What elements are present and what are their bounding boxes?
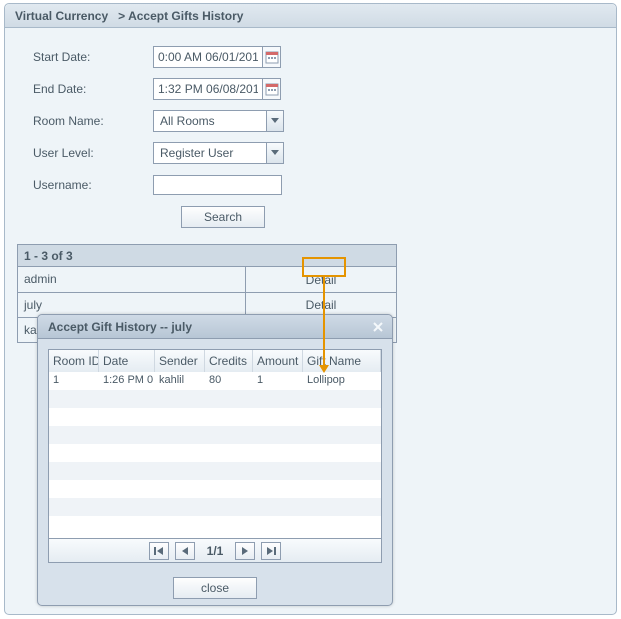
start-date-label: Start Date: — [33, 50, 153, 64]
results-counter: 1 - 3 of 3 — [18, 245, 396, 267]
start-date-field[interactable] — [153, 46, 281, 68]
dialog-header: Accept Gift History -- july — [38, 315, 392, 339]
grid-row — [49, 462, 381, 480]
close-button[interactable]: close — [173, 577, 257, 599]
arrow-head-icon — [319, 365, 329, 373]
grid-row — [49, 498, 381, 516]
user-level-select[interactable]: Register User — [153, 142, 284, 164]
grid-header: Room ID Date Sender Credits Amount Gift … — [49, 350, 381, 372]
grid-row — [49, 408, 381, 426]
cell-date: 1:26 PM 0 — [99, 372, 155, 390]
detail-dialog: Accept Gift History -- july Room ID Date… — [37, 314, 393, 606]
start-date-input[interactable] — [154, 47, 262, 67]
cell-room: 1 — [49, 372, 99, 390]
search-button[interactable]: Search — [181, 206, 265, 228]
grid-row — [49, 426, 381, 444]
close-icon[interactable] — [370, 319, 386, 335]
breadcrumb-root: Virtual Currency — [15, 9, 108, 23]
grid-row — [49, 480, 381, 498]
chevron-down-icon[interactable] — [266, 111, 283, 131]
col-credits[interactable]: Credits — [205, 350, 253, 372]
cell-gift: Lollipop — [303, 372, 381, 390]
col-amount[interactable]: Amount — [253, 350, 303, 372]
col-date[interactable]: Date — [99, 350, 155, 372]
calendar-icon[interactable] — [262, 47, 280, 67]
breadcrumb: Virtual Currency > Accept Gifts History — [5, 4, 616, 28]
room-name-label: Room Name: — [33, 114, 153, 128]
col-gift-name[interactable]: Gift Name — [303, 350, 381, 372]
col-room-id[interactable]: Room ID — [49, 350, 99, 372]
user-level-label: User Level: — [33, 146, 153, 160]
grid-row: 1 1:26 PM 0 kahlil 80 1 Lollipop — [49, 372, 381, 390]
user-cell: admin — [18, 267, 246, 292]
breadcrumb-separator: > — [118, 9, 125, 23]
annotation-arrow — [323, 277, 325, 367]
user-level-value: Register User — [154, 146, 266, 160]
prev-page-button[interactable] — [175, 542, 195, 560]
main-panel: Virtual Currency > Accept Gifts History … — [4, 3, 617, 615]
page-indicator: 1/1 — [201, 544, 230, 558]
col-sender[interactable]: Sender — [155, 350, 205, 372]
last-page-button[interactable] — [261, 542, 281, 560]
cell-credits: 80 — [205, 372, 253, 390]
table-row: admin Detail — [18, 267, 396, 292]
username-label: Username: — [33, 178, 153, 192]
grid-row — [49, 516, 381, 534]
detail-grid: Room ID Date Sender Credits Amount Gift … — [48, 349, 382, 563]
breadcrumb-leaf: Accept Gifts History — [128, 9, 243, 23]
grid-body: 1 1:26 PM 0 kahlil 80 1 Lollipop — [49, 372, 381, 538]
pager: 1/1 — [49, 538, 381, 562]
next-page-button[interactable] — [235, 542, 255, 560]
room-name-value: All Rooms — [154, 114, 266, 128]
end-date-input[interactable] — [154, 79, 262, 99]
room-name-select[interactable]: All Rooms — [153, 110, 284, 132]
end-date-field[interactable] — [153, 78, 281, 100]
chevron-down-icon[interactable] — [266, 143, 283, 163]
filter-form: Start Date: End Date: Room Name: All Roo… — [5, 28, 616, 238]
cell-amount: 1 — [253, 372, 303, 390]
grid-row — [49, 390, 381, 408]
detail-link[interactable]: Detail — [246, 267, 396, 292]
username-input[interactable] — [153, 175, 282, 195]
end-date-label: End Date: — [33, 82, 153, 96]
grid-row — [49, 444, 381, 462]
dialog-title: Accept Gift History -- july — [48, 315, 192, 339]
cell-sender: kahlil — [155, 372, 205, 390]
first-page-button[interactable] — [149, 542, 169, 560]
calendar-icon[interactable] — [262, 79, 280, 99]
